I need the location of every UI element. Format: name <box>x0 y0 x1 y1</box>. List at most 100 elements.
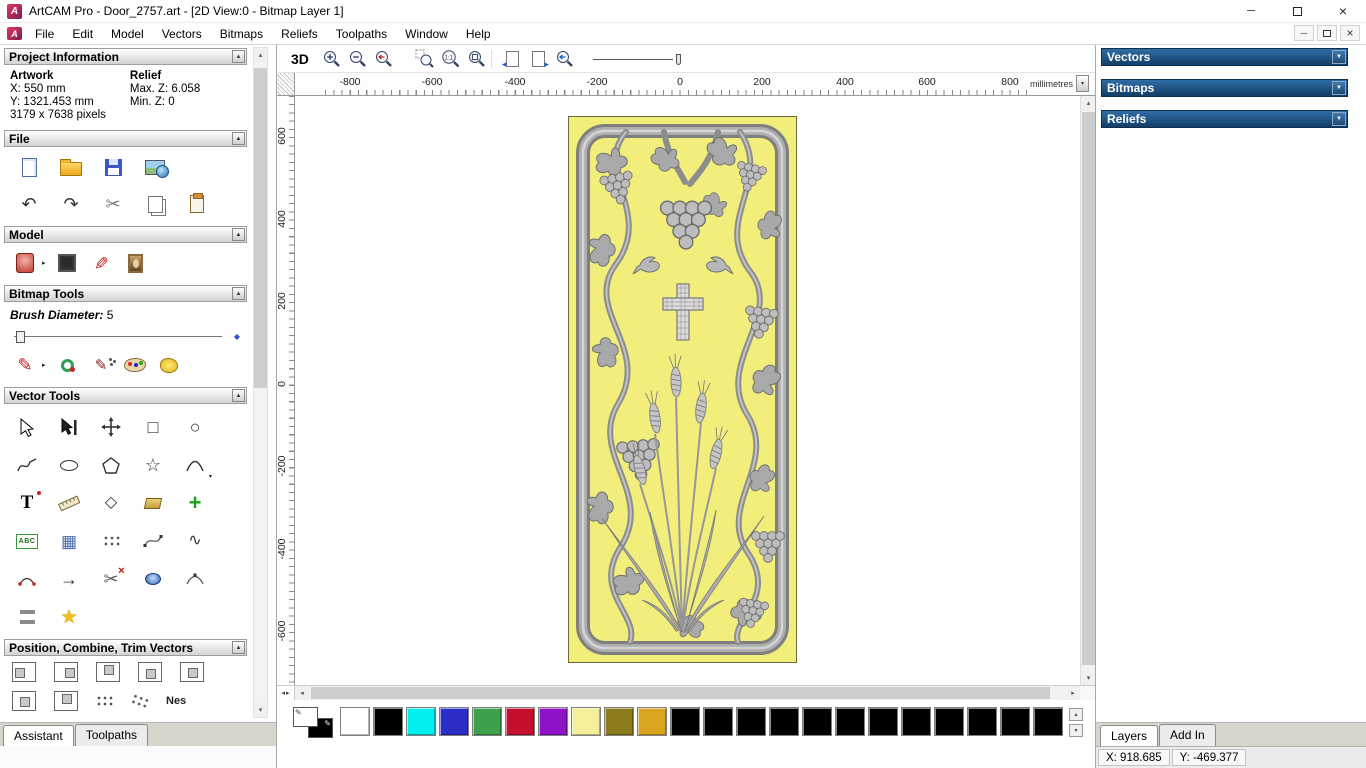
grid-button[interactable]: ▦ <box>48 526 90 556</box>
open-model-button[interactable] <box>50 153 92 181</box>
spline-button[interactable] <box>174 564 216 594</box>
scroll-up-button[interactable]: ▴ <box>1082 96 1095 110</box>
block-copy-button[interactable]: + <box>174 488 216 518</box>
create-star-button[interactable]: ☆ <box>132 450 174 480</box>
menu-help[interactable]: Help <box>457 25 500 43</box>
previous-zoom-button[interactable] <box>372 47 395 71</box>
color-swatch-13[interactable] <box>769 707 799 736</box>
menu-toolpaths[interactable]: Toolpaths <box>327 25 396 43</box>
color-swatch-1[interactable] <box>373 707 403 736</box>
bitmap-tools-header[interactable]: Bitmap Tools ▲ <box>4 285 247 302</box>
align-right-button[interactable] <box>54 662 78 682</box>
menu-model[interactable]: Model <box>102 25 153 43</box>
color-swatch-11[interactable] <box>703 707 733 736</box>
draw-button[interactable] <box>50 351 84 379</box>
color-swatch-18[interactable] <box>934 707 964 736</box>
tab-toolpaths[interactable]: Toolpaths <box>74 724 149 746</box>
align-bottom-button[interactable] <box>138 662 162 682</box>
reliefs-section-header[interactable]: Reliefs ▼ <box>1101 110 1348 128</box>
mdi-minimize-button[interactable]: ─ <box>1294 25 1314 41</box>
create-polygon-button[interactable] <box>90 450 132 480</box>
join-vectors-button[interactable] <box>6 564 48 594</box>
collapse-button[interactable]: ▲ <box>232 641 245 654</box>
vector-direction-button[interactable]: → <box>48 564 90 594</box>
paint-selective-button[interactable]: ✎ <box>84 351 118 379</box>
vectors-section-header[interactable]: Vectors ▼ <box>1101 48 1348 66</box>
door-relief-artwork[interactable] <box>568 116 797 663</box>
palette-up-button[interactable]: ▴ <box>1069 708 1083 721</box>
brush-diameter-slider[interactable]: ◆ <box>14 330 240 343</box>
revolve-button[interactable] <box>132 564 174 594</box>
scroll-down-button[interactable]: ▾ <box>1082 671 1095 685</box>
collapse-button[interactable]: ▲ <box>232 228 245 241</box>
nest-label[interactable]: Nes <box>166 695 186 707</box>
cut-button[interactable]: ✂ <box>92 190 134 218</box>
create-ellipse-button[interactable] <box>48 450 90 480</box>
color-swatch-9[interactable] <box>637 707 667 736</box>
pan-view-right-button[interactable]: ▸ <box>527 47 550 71</box>
zoom-fit-button[interactable] <box>465 47 488 71</box>
smooth-curve-button[interactable]: ∿ <box>174 526 216 556</box>
tab-add-in[interactable]: Add In <box>1159 724 1216 746</box>
color-swatch-17[interactable] <box>901 707 931 736</box>
tab-assistant[interactable]: Assistant <box>3 725 74 747</box>
zoom-back-button[interactable] <box>553 47 576 71</box>
splitter-handle[interactable]: ◂ ▸ <box>277 686 295 700</box>
zoom-window-button[interactable] <box>413 47 436 71</box>
set-model-size-button[interactable] <box>8 249 42 277</box>
menu-file[interactable]: File <box>26 25 63 43</box>
paint-button[interactable]: ✎ <box>8 351 42 379</box>
paste-button[interactable] <box>134 190 176 218</box>
text-block-button[interactable]: ABC <box>6 526 48 556</box>
trim-vectors-button[interactable]: ✂ <box>90 564 132 594</box>
create-arc-button[interactable]: ▾ <box>174 450 216 480</box>
menu-vectors[interactable]: Vectors <box>153 25 211 43</box>
file-section-header[interactable]: File ▲ <box>4 130 247 147</box>
zoom-1to1-button[interactable]: 1:1 <box>439 47 462 71</box>
flyout-arrow-icon[interactable]: ▸ <box>42 361 50 369</box>
align-center-button[interactable] <box>180 662 204 682</box>
new-model-button[interactable] <box>8 153 50 181</box>
create-polyline-button[interactable] <box>6 450 48 480</box>
color-swatch-15[interactable] <box>835 707 865 736</box>
color-swatch-0[interactable] <box>340 707 370 736</box>
notes-button[interactable] <box>176 190 218 218</box>
node-editing-button[interactable] <box>48 412 90 442</box>
collapse-button[interactable]: ▲ <box>232 389 245 402</box>
bitmaps-section-header[interactable]: Bitmaps ▼ <box>1101 79 1348 97</box>
select-vectors-button[interactable] <box>6 412 48 442</box>
menu-bitmaps[interactable]: Bitmaps <box>211 25 272 43</box>
flyout-arrow-icon[interactable]: ▾ <box>209 473 212 480</box>
toolbar-slider[interactable] <box>592 52 683 66</box>
scroll-down-button[interactable]: ▾ <box>254 703 267 717</box>
wrap-vectors-button[interactable]: ★ <box>48 602 90 632</box>
fit-curve-button[interactable] <box>132 526 174 556</box>
scroll-up-button[interactable]: ▴ <box>254 48 267 62</box>
collapse-button[interactable]: ▲ <box>232 287 245 300</box>
close-button[interactable]: × <box>1320 0 1366 22</box>
dimension-button[interactable]: ◇ <box>90 488 132 518</box>
center-in-page-button[interactable] <box>12 691 36 711</box>
canvas-vertical-scrollbar[interactable]: ▴ ▾ <box>1080 96 1095 685</box>
create-rectangle-button[interactable]: □ <box>132 412 174 442</box>
units-dropdown-button[interactable]: ▾ <box>1076 75 1089 92</box>
align-left-button[interactable] <box>12 662 36 682</box>
measure-button[interactable] <box>48 488 90 518</box>
scroll-right-button[interactable]: ▸ <box>1066 686 1080 700</box>
slider-handle[interactable] <box>16 331 25 343</box>
vectors-dropdown-button[interactable]: ▼ <box>1332 50 1346 64</box>
transform-vectors-button[interactable] <box>90 412 132 442</box>
scrollbar-thumb[interactable] <box>311 687 1050 699</box>
tab-layers[interactable]: Layers <box>1100 725 1159 747</box>
flyout-arrow-icon[interactable]: ▸ <box>42 259 50 267</box>
scatter-icon[interactable] <box>129 691 150 711</box>
create-circle-button[interactable]: ○ <box>174 412 216 442</box>
load-greyscale-button[interactable] <box>118 249 152 277</box>
zoom-in-button[interactable] <box>320 47 343 71</box>
offset-vector-button[interactable] <box>132 488 174 518</box>
color-swatch-20[interactable] <box>1000 707 1030 736</box>
scrollbar-thumb[interactable] <box>1082 112 1095 665</box>
color-swatch-7[interactable] <box>571 707 601 736</box>
position-combine-trim-header[interactable]: Position, Combine, Trim Vectors ▲ <box>4 639 247 656</box>
mdi-restore-button[interactable] <box>1317 25 1337 41</box>
